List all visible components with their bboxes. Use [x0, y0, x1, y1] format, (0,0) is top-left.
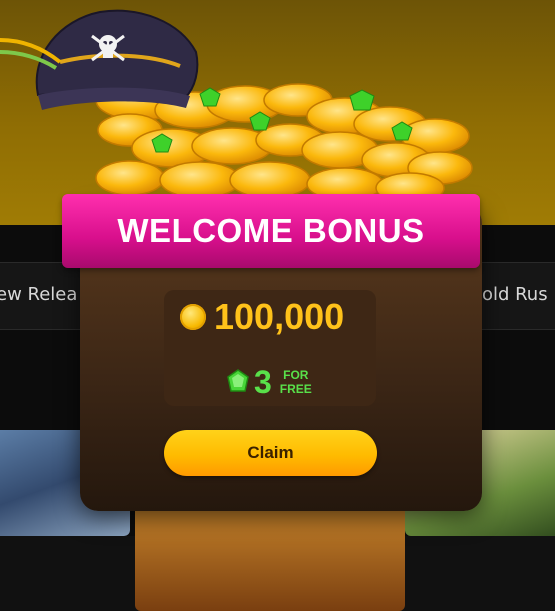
gem-label-line2: FREE — [279, 382, 312, 396]
pirate-hat-icon — [0, 9, 199, 110]
gem-label-line1: FOR — [283, 368, 309, 382]
coin-icon — [180, 304, 206, 330]
gem-amount: 3 — [254, 363, 272, 400]
claim-button-label: Claim — [247, 443, 294, 462]
claim-button[interactable]: Claim — [164, 430, 377, 476]
coin-amount: 100,000 — [214, 296, 345, 337]
popup-title: WELCOME BONUS — [117, 212, 425, 249]
gem-free-label: FOR FREE — [280, 368, 312, 396]
gem-reward: 3 FOR FREE — [226, 362, 312, 402]
welcome-bonus-ribbon: WELCOME BONUS — [62, 194, 480, 268]
gem-icon — [227, 369, 249, 392]
coin-reward: 100,000 — [180, 296, 344, 338]
